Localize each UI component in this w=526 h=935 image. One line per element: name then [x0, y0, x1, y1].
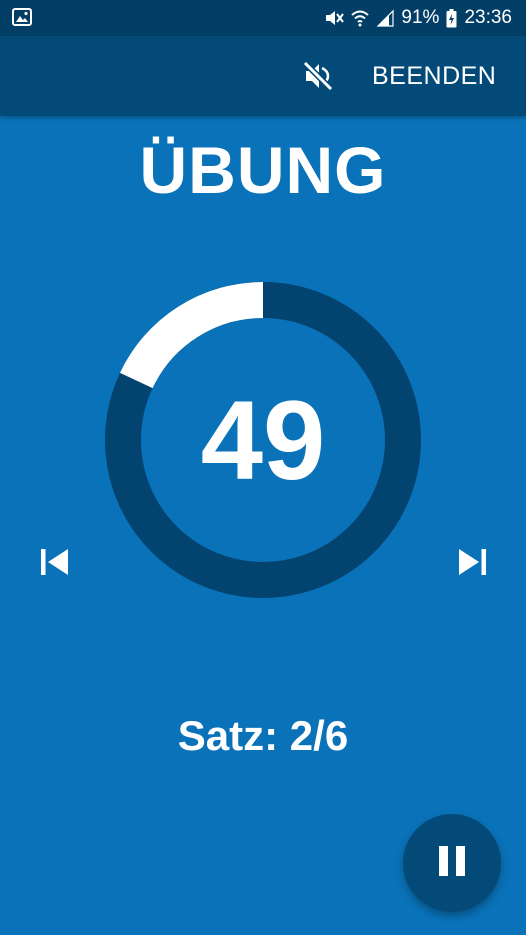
wifi-icon — [351, 9, 370, 27]
battery-icon — [446, 8, 457, 28]
skip-previous-icon[interactable] — [38, 545, 72, 579]
battery-percent: 91% — [401, 7, 440, 28]
mute-icon — [324, 9, 345, 27]
countdown-value: 49 — [200, 377, 326, 503]
image-notification-icon — [12, 8, 32, 31]
pause-button[interactable] — [403, 814, 501, 912]
volume-off-icon[interactable] — [300, 58, 336, 94]
clock: 23:36 — [464, 7, 512, 28]
set-counter: Satz: 2/6 — [177, 712, 349, 759]
status-bar: 91% 23:36 — [0, 0, 526, 36]
toolbar: BEENDEN — [0, 36, 526, 116]
pause-icon — [437, 845, 467, 882]
signal-icon — [376, 9, 395, 27]
end-button[interactable]: BEENDEN — [362, 56, 506, 96]
skip-next-icon[interactable] — [455, 545, 489, 579]
exercise-title: ÜBUNG — [139, 133, 387, 207]
